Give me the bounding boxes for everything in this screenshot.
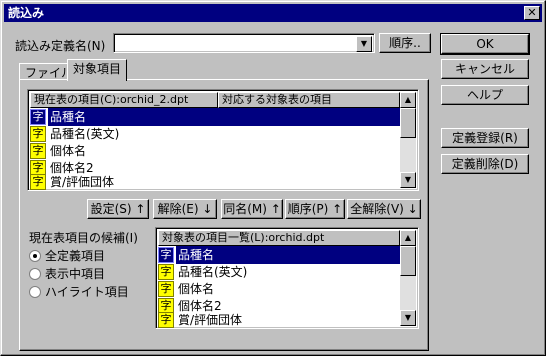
- list-item[interactable]: 字 品種名: [30, 108, 400, 126]
- close-button[interactable]: ✕: [524, 6, 540, 20]
- mapping-list-header: 現在表の項目(C):orchid_2.dpt 対応する対象表の項目: [30, 92, 400, 108]
- text-field-icon: 字: [158, 264, 174, 280]
- list-item[interactable]: 字 個体名: [158, 280, 400, 298]
- title-bar: 読込み ✕: [4, 4, 542, 22]
- list-item-label: 個体名: [178, 282, 215, 296]
- list-item-label: 品種名: [48, 108, 400, 126]
- same-name-button[interactable]: 同名(M) ↑: [221, 199, 283, 219]
- radio-visible-items[interactable]: 表示中項目: [29, 265, 105, 282]
- chevron-down-icon[interactable]: ▼: [356, 36, 372, 52]
- radio-selected-icon[interactable]: [29, 249, 41, 262]
- radio-highlight-items[interactable]: ハイライト項目: [29, 283, 129, 300]
- scroll-thumb[interactable]: [400, 108, 416, 138]
- release-button[interactable]: 解除(E) ↓: [153, 199, 217, 219]
- tab-target-items[interactable]: 対象項目: [67, 59, 128, 81]
- order-dots-button[interactable]: 順序..: [379, 33, 431, 53]
- cancel-button[interactable]: キャンセル: [441, 59, 529, 79]
- list-item-label: 品種名(英文): [178, 265, 248, 279]
- list-item[interactable]: 字 品種名(英文): [30, 125, 400, 143]
- list-item-label: 品種名(英文): [50, 127, 120, 141]
- radio-all-items[interactable]: 全定義項目: [29, 247, 105, 264]
- text-field-icon: 字: [30, 143, 46, 159]
- text-field-icon: 字: [158, 312, 174, 328]
- release-all-button[interactable]: 全解除(V) ↓: [347, 199, 421, 219]
- mapping-list[interactable]: 現在表の項目(C):orchid_2.dpt 対応する対象表の項目 字 品種名 …: [27, 89, 419, 191]
- list-item[interactable]: 字 個体名: [30, 142, 400, 160]
- column-header-current[interactable]: 現在表の項目(C):orchid_2.dpt: [30, 92, 218, 108]
- import-dialog: 読込み ✕ 読込み定義名(N) ▼ 順序.. OK キャンセル ヘルプ 定義登録…: [0, 0, 546, 356]
- delete-definition-button[interactable]: 定義削除(D): [441, 154, 529, 174]
- column-header-target[interactable]: 対応する対象表の項目: [218, 92, 400, 108]
- radio-empty-icon[interactable]: [29, 285, 41, 298]
- text-field-icon: 字: [158, 281, 174, 297]
- ok-button[interactable]: OK: [440, 33, 530, 55]
- candidates-label: 現在表項目の候補(I): [29, 231, 138, 245]
- target-list[interactable]: 対象表の項目一覧(L):orchid.dpt 字 品種名 字 品種名(英文) 字…: [155, 227, 419, 329]
- window-title: 読込み: [8, 6, 45, 20]
- list-item[interactable]: 字 賞/評価団体: [158, 312, 400, 328]
- text-field-icon: 字: [30, 174, 46, 190]
- set-button[interactable]: 設定(S) ↑: [87, 199, 149, 219]
- list-item-label: 賞/評価団体: [50, 175, 115, 189]
- list-item-label: 品種名: [176, 246, 400, 264]
- column-header-target-list[interactable]: 対象表の項目一覧(L):orchid.dpt: [158, 230, 400, 246]
- scroll-up-icon[interactable]: ▲: [400, 92, 416, 108]
- radio-label: 表示中項目: [45, 267, 106, 281]
- radio-empty-icon[interactable]: [29, 267, 41, 280]
- definition-name-combo[interactable]: ▼: [113, 33, 375, 53]
- target-list-scrollbar[interactable]: ▲ ▼: [400, 230, 416, 326]
- scroll-down-icon[interactable]: ▼: [400, 172, 416, 188]
- mapping-list-scrollbar[interactable]: ▲ ▼: [400, 92, 416, 188]
- list-item-label: 個体名: [50, 144, 87, 158]
- register-definition-button[interactable]: 定義登録(R): [441, 128, 529, 148]
- scroll-down-icon[interactable]: ▼: [400, 310, 416, 326]
- text-field-icon: 字: [30, 126, 46, 142]
- list-item-label: 賞/評価団体: [178, 313, 243, 327]
- list-item[interactable]: 字 品種名: [158, 246, 400, 264]
- definition-name-label: 読込み定義名(N): [15, 39, 106, 53]
- text-field-icon: 字: [30, 109, 46, 125]
- scroll-up-icon[interactable]: ▲: [400, 230, 416, 246]
- text-field-icon: 字: [158, 247, 174, 263]
- radio-label: 全定義項目: [45, 249, 106, 263]
- scroll-thumb[interactable]: [400, 246, 416, 276]
- target-list-header: 対象表の項目一覧(L):orchid.dpt: [158, 230, 400, 246]
- help-button[interactable]: ヘルプ: [441, 85, 529, 105]
- list-item[interactable]: 字 賞/評価団体: [30, 174, 400, 190]
- list-item[interactable]: 字 品種名(英文): [158, 263, 400, 281]
- order-button[interactable]: 順序(P) ↑: [285, 199, 345, 219]
- radio-label: ハイライト項目: [45, 285, 129, 299]
